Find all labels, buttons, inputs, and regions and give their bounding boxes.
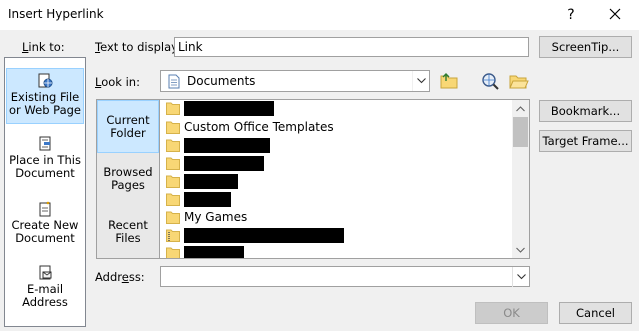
folder-icon — [166, 157, 180, 170]
target-frame-button[interactable]: Target Frame... — [539, 130, 632, 152]
redacted-filename — [184, 246, 244, 258]
redacted-filename — [184, 228, 344, 243]
browse-web-icon — [482, 73, 499, 90]
scroll-thumb[interactable] — [513, 117, 528, 147]
list-item[interactable] — [166, 173, 506, 190]
file-name: Custom Office Templates — [184, 120, 334, 134]
list-item[interactable] — [166, 155, 506, 172]
folder-icon — [166, 247, 180, 258]
list-item[interactable]: My Games — [166, 209, 506, 226]
folder-icon — [166, 193, 180, 206]
redacted-filename — [184, 101, 274, 116]
folder-icon — [166, 139, 180, 152]
place-recent-files[interactable]: Recent Files — [97, 206, 159, 259]
documents-icon — [168, 74, 180, 89]
redacted-filename — [184, 192, 231, 207]
existing-file-web-icon — [38, 73, 53, 88]
places-panel: Current Folder Browsed Pages Recent File… — [96, 99, 160, 259]
cancel-button[interactable]: Cancel — [559, 302, 632, 324]
folder-icon — [166, 102, 180, 115]
open-folder-icon — [509, 75, 529, 89]
look-in-dropdown-arrow[interactable] — [412, 71, 429, 91]
list-item[interactable]: Custom Office Templates — [166, 119, 506, 136]
link-to-create-new-document[interactable]: Create New Document — [6, 201, 84, 247]
chevron-up-icon — [516, 106, 525, 112]
browse-file-button[interactable] — [507, 70, 529, 92]
link-to-panel: Existing File or Web Page Place in This … — [4, 57, 86, 327]
folder-icon — [166, 211, 180, 224]
screentip-button[interactable]: ScreenTip... — [539, 36, 632, 58]
scroll-down-button[interactable] — [512, 241, 529, 258]
new-document-icon — [39, 201, 51, 217]
link-to-create-new-document-label: Create New Document — [11, 218, 79, 245]
address-dropdown-arrow[interactable] — [512, 267, 529, 287]
link-to-label: Link to: — [22, 40, 65, 54]
bookmark-button[interactable]: Bookmark... — [539, 100, 632, 122]
list-item[interactable] — [166, 245, 506, 258]
folder-icon — [166, 121, 180, 134]
zip-folder-icon — [166, 229, 180, 242]
up-folder-icon — [440, 73, 458, 89]
dialog-title: Insert Hyperlink — [8, 7, 104, 21]
close-icon — [609, 8, 621, 20]
list-item[interactable] — [166, 227, 506, 244]
link-to-place-in-document[interactable]: Place in This Document — [6, 136, 84, 182]
email-icon — [39, 265, 52, 280]
text-to-display-label: Text to display: — [95, 40, 181, 54]
place-in-document-icon — [39, 136, 51, 151]
file-name: My Games — [184, 210, 248, 224]
place-current-folder[interactable]: Current Folder — [97, 100, 159, 153]
ok-button[interactable]: OK — [475, 302, 548, 324]
chevron-down-icon — [516, 247, 525, 253]
chevron-down-icon — [516, 274, 526, 280]
look-in-value: Documents — [187, 74, 256, 88]
redacted-filename — [184, 138, 270, 153]
list-item[interactable] — [166, 137, 506, 154]
file-list[interactable]: Custom Office Templates My Games — [160, 99, 530, 259]
redacted-filename — [184, 174, 238, 189]
file-list-scrollbar[interactable] — [512, 100, 529, 258]
link-to-email-address[interactable]: E-mail Address — [6, 265, 84, 315]
scroll-up-button[interactable] — [512, 100, 529, 117]
list-item[interactable] — [166, 191, 506, 208]
browse-web-button[interactable] — [479, 70, 501, 92]
list-item[interactable] — [166, 100, 506, 117]
look-in-label: Look in: — [95, 75, 140, 89]
close-button[interactable] — [597, 3, 633, 27]
look-in-dropdown[interactable]: Documents — [160, 70, 430, 92]
help-button[interactable]: ? — [556, 4, 586, 26]
link-to-place-in-document-label: Place in This Document — [9, 153, 81, 180]
link-to-existing-file-label: Existing File or Web Page — [9, 90, 81, 117]
text-to-display-input[interactable] — [174, 37, 529, 57]
up-one-folder-button[interactable] — [438, 70, 460, 92]
redacted-filename — [184, 156, 264, 171]
link-to-email-address-label: E-mail Address — [22, 282, 68, 309]
chevron-down-icon — [416, 78, 426, 84]
folder-icon — [166, 175, 180, 188]
place-browsed-pages[interactable]: Browsed Pages — [97, 153, 159, 206]
address-label: Address: — [95, 270, 145, 284]
address-combobox[interactable] — [160, 266, 530, 287]
link-to-existing-file[interactable]: Existing File or Web Page — [6, 68, 84, 124]
